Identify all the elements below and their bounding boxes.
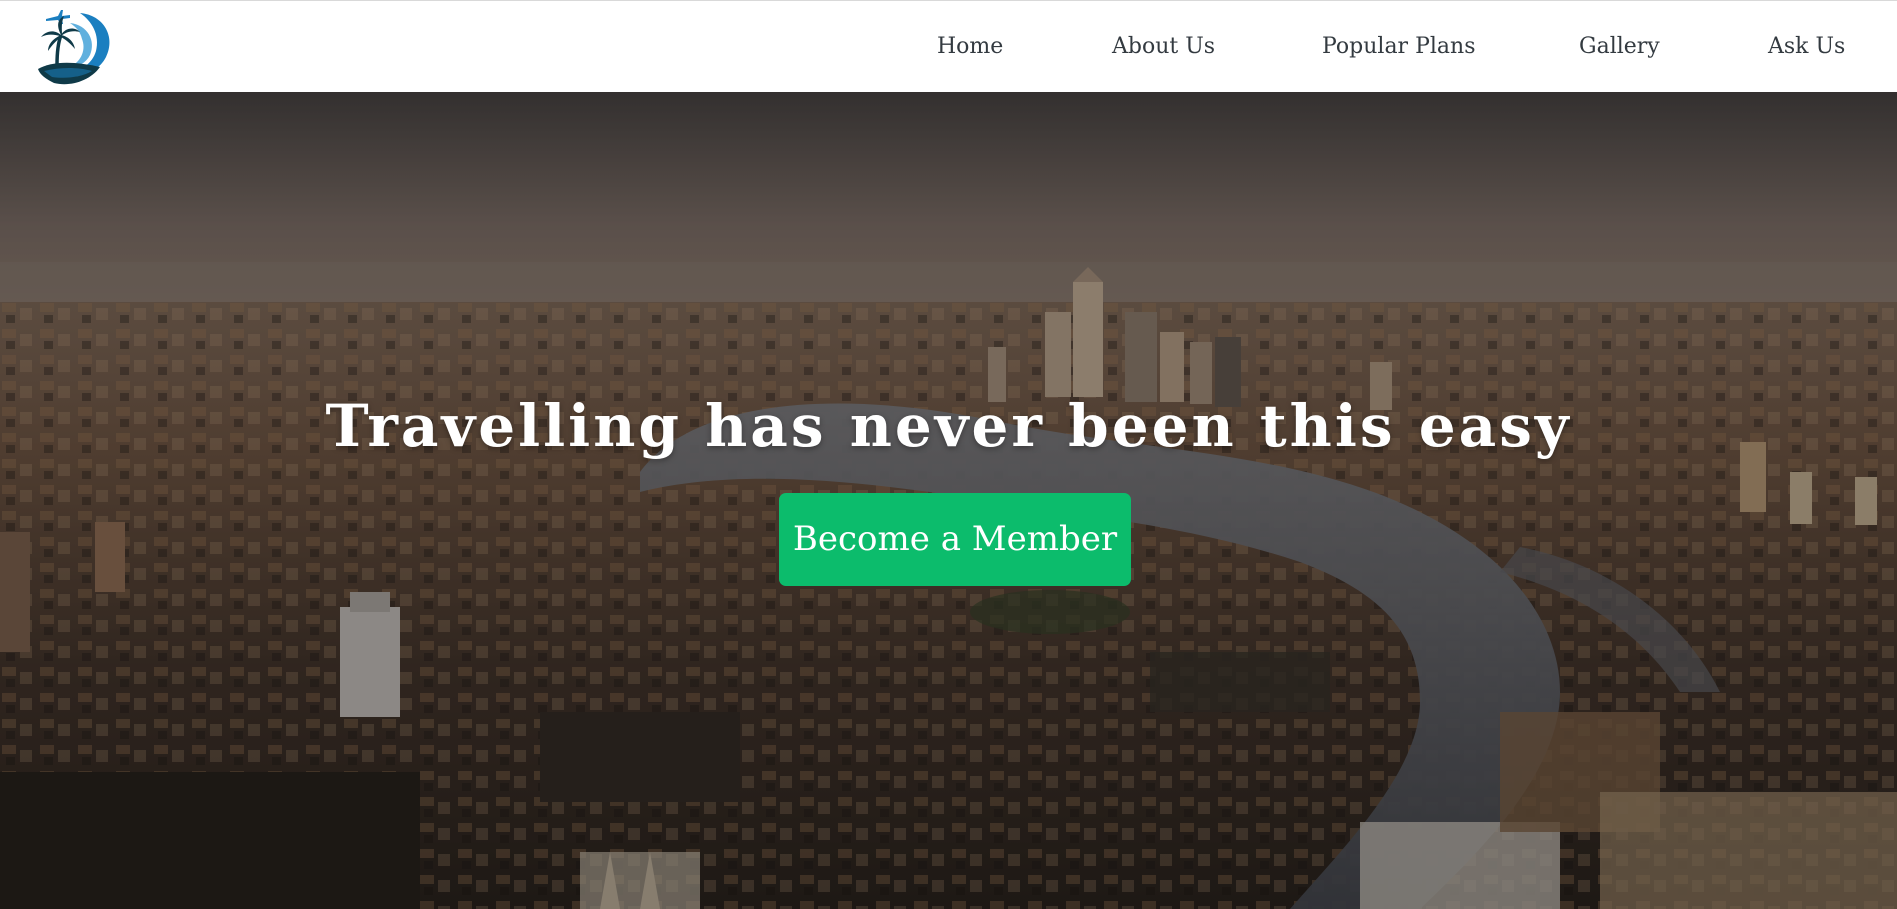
hero-section: Travelling has never been this easy Beco… [0, 92, 1897, 909]
nav-link-popular-plans[interactable]: Popular Plans [1322, 34, 1475, 59]
nav-link-about-us[interactable]: About Us [1112, 34, 1215, 59]
site-header: Home About Us Popular Plans Gallery Ask … [0, 0, 1897, 92]
hero-heading: Travelling has never been this easy [325, 392, 1572, 460]
nav-link-gallery[interactable]: Gallery [1579, 34, 1660, 59]
become-member-button[interactable]: Become a Member [779, 493, 1131, 586]
main-nav: Home About Us Popular Plans Gallery Ask … [0, 1, 1897, 93]
nav-link-ask-us[interactable]: Ask Us [1768, 34, 1845, 59]
nav-link-home[interactable]: Home [937, 34, 1003, 59]
